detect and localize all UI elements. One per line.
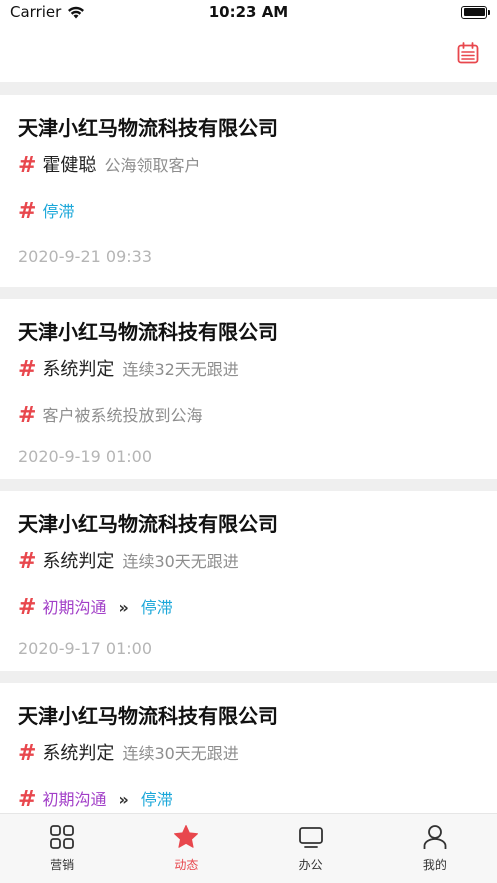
activity-card[interactable]: 天津小红马物流科技有限公司 # 系统判定 连续30天无跟进 # 初期沟通 » 停… [0, 683, 497, 813]
tab-label: 办公 [298, 858, 323, 872]
grid-icon [50, 825, 75, 849]
status-from: 初期沟通 [42, 790, 107, 809]
status-text: 停滞 [42, 202, 75, 221]
activity-card[interactable]: 天津小红马物流科技有限公司 # 系统判定 连续30天无跟进 # 初期沟通 » 停… [0, 491, 497, 671]
company-name: 天津小红马物流科技有限公司 [18, 320, 278, 344]
status-left: Carrier [10, 3, 85, 21]
action-text: 连续30天无跟进 [122, 744, 239, 763]
double-chevron-icon: » [118, 790, 129, 809]
activity-card[interactable]: 天津小红马物流科技有限公司 # 系统判定 连续32天无跟进 # 客户被系统投放到… [0, 299, 497, 479]
tab-profile[interactable]: 我的 [373, 814, 497, 883]
tab-office[interactable]: 办公 [249, 814, 373, 883]
status-to: 停滞 [140, 598, 173, 617]
timestamp: 2020-9-19 01:00 [18, 447, 152, 466]
hash-icon: # [18, 153, 37, 178]
actor-name: 系统判定 [42, 743, 115, 764]
status-row: # 客户被系统投放到公海 [18, 393, 479, 439]
action-text: 公海领取客户 [104, 156, 201, 175]
tab-activity[interactable]: 动态 [124, 814, 248, 883]
status-text: 客户被系统投放到公海 [42, 406, 203, 425]
action-text: 连续32天无跟进 [122, 360, 239, 379]
hash-icon: # [18, 199, 37, 224]
timestamp: 2020-9-21 09:33 [18, 247, 152, 266]
actor-name: 系统判定 [42, 551, 115, 572]
actor-row: # 系统判定 连续30天无跟进 [18, 539, 479, 585]
actor-row: # 系统判定 连续30天无跟进 [18, 731, 479, 777]
status-row: # 初期沟通 » 停滞 [18, 777, 479, 813]
status-row: # 初期沟通 » 停滞 [18, 585, 479, 631]
battery-icon [461, 5, 490, 19]
status-from: 初期沟通 [42, 598, 107, 617]
calendar-icon[interactable] [457, 42, 479, 64]
actor-name: 系统判定 [42, 359, 115, 380]
hash-icon: # [18, 403, 37, 428]
company-name: 天津小红马物流科技有限公司 [18, 704, 278, 728]
hash-icon: # [18, 741, 37, 766]
hash-icon: # [18, 549, 37, 574]
user-icon [423, 825, 447, 849]
tab-label: 动态 [174, 858, 199, 872]
status-row: # 停滞 [18, 189, 479, 235]
activity-feed[interactable]: 天津小红马物流科技有限公司 # 霍健聪 公海领取客户 # 停滞 2020-9-2… [0, 95, 497, 813]
wifi-icon [68, 6, 85, 18]
double-chevron-icon: » [118, 598, 129, 617]
hash-icon: # [18, 787, 37, 812]
timestamp: 2020-9-17 01:00 [18, 639, 152, 658]
actor-row: # 系统判定 连续32天无跟进 [18, 347, 479, 393]
action-text: 连续30天无跟进 [122, 552, 239, 571]
status-bar: Carrier 10:23 AM [0, 0, 497, 24]
activity-card[interactable]: 天津小红马物流科技有限公司 # 霍健聪 公海领取客户 # 停滞 2020-9-2… [0, 95, 497, 287]
actor-name: 霍健聪 [42, 155, 97, 176]
company-name: 天津小红马物流科技有限公司 [18, 512, 278, 536]
actor-row: # 霍健聪 公海领取客户 [18, 143, 479, 189]
monitor-icon [298, 827, 323, 848]
tab-marketing[interactable]: 营销 [0, 814, 124, 883]
company-name: 天津小红马物流科技有限公司 [18, 116, 278, 140]
tab-bar: 营销 动态 办公 我的 [0, 813, 497, 883]
status-to: 停滞 [140, 790, 173, 809]
tab-label: 我的 [422, 858, 447, 872]
carrier-label: Carrier [10, 3, 62, 21]
hash-icon: # [18, 357, 37, 382]
hash-icon: # [18, 595, 37, 620]
star-icon [174, 825, 199, 848]
header [0, 24, 497, 82]
tab-label: 营销 [50, 858, 75, 872]
